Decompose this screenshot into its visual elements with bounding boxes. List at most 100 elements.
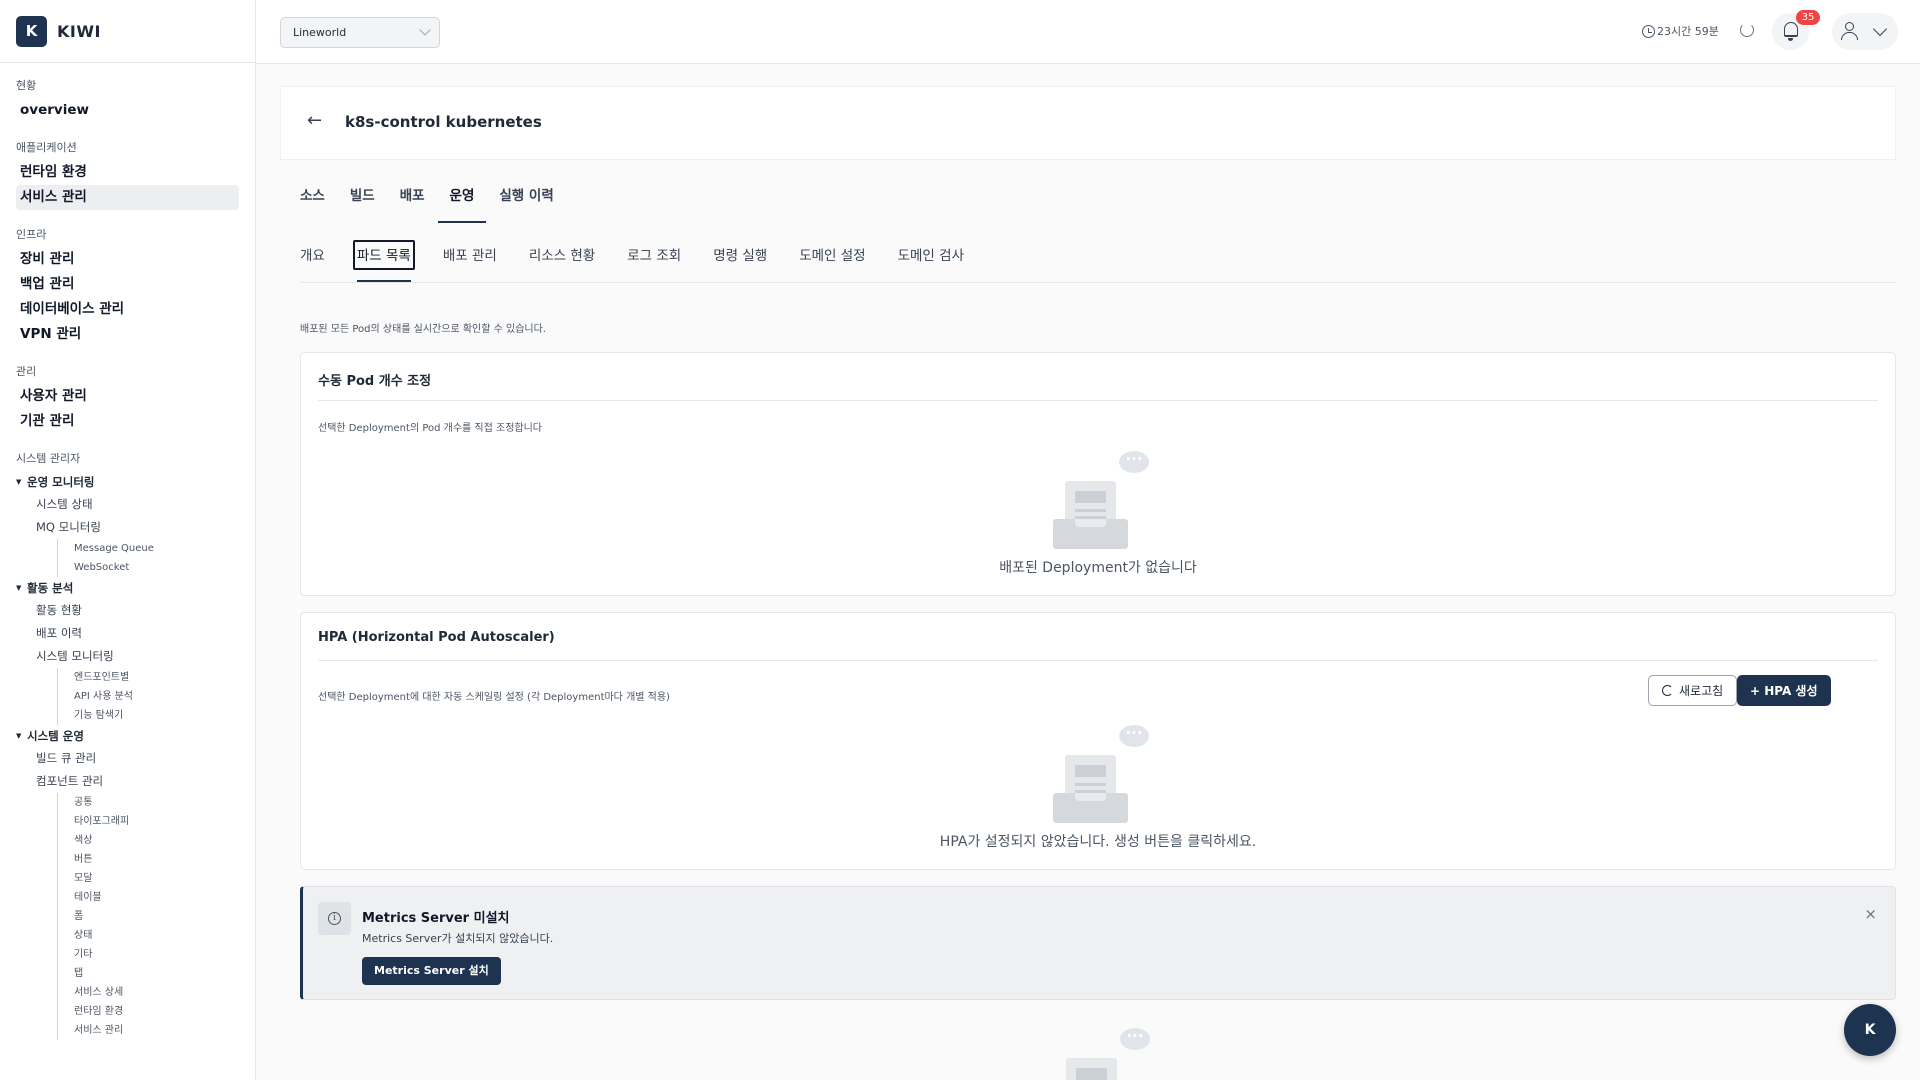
sidebar-subitem-버튼[interactable]: 버튼 xyxy=(74,850,239,869)
empty-tray-icon: ··· xyxy=(1041,725,1151,825)
sidebar-item-vpn-관리[interactable]: VPN 관리 xyxy=(16,322,239,347)
subtab-배포-관리[interactable]: 배포 관리 xyxy=(443,245,497,282)
hpa-card: HPA (Horizontal Pod Autoscaler) 선택한 Depl… xyxy=(300,612,1896,870)
tab-빌드[interactable]: 빌드 xyxy=(350,181,375,224)
tab-소스[interactable]: 소스 xyxy=(300,181,325,224)
user-menu-button[interactable] xyxy=(1832,13,1898,50)
sidebar-item-기관-관리[interactable]: 기관 관리 xyxy=(16,409,239,434)
chat-bubble-icon: ··· xyxy=(1119,725,1149,747)
caret-down-icon: ▼ xyxy=(16,732,22,740)
sidebar-item-장비-관리[interactable]: 장비 관리 xyxy=(16,247,239,272)
sidebar-subitem-런타임-환경[interactable]: 런타임 환경 xyxy=(74,1002,239,1021)
tray-graphic xyxy=(1053,481,1128,551)
sidebar-item-시스템-상태[interactable]: 시스템 상태 xyxy=(16,493,239,516)
subtab-도메인-설정[interactable]: 도메인 설정 xyxy=(799,245,865,282)
sidebar-item-컴포넌트-관리[interactable]: 컴포넌트 관리 xyxy=(16,770,239,793)
sidebar-item-overview[interactable]: overview xyxy=(16,98,239,123)
tray-line xyxy=(1075,491,1106,503)
subtab-도메인-검사[interactable]: 도메인 검사 xyxy=(898,245,964,282)
close-icon[interactable]: × xyxy=(1864,905,1877,923)
sidebar-subitem-서비스-상세[interactable]: 서비스 상세 xyxy=(74,983,239,1002)
sidebar-subitem-모달[interactable]: 모달 xyxy=(74,869,239,888)
sidebar-subitem-폼[interactable]: 폼 xyxy=(74,907,239,926)
card-title: HPA (Horizontal Pod Autoscaler) xyxy=(318,630,555,645)
nav-section-title: 인프라 xyxy=(16,228,47,241)
refresh-icon xyxy=(1662,685,1673,696)
sidebar-subitem-타이포그래피[interactable]: 타이포그래피 xyxy=(74,812,239,831)
assistant-fab[interactable]: K xyxy=(1844,1004,1896,1056)
install-metrics-server-button[interactable]: Metrics Server 설치 xyxy=(362,957,501,985)
info-icon: i xyxy=(328,912,341,925)
tray-line xyxy=(1075,509,1106,512)
secondary-tabs: 개요 파드 목록 배포 관리 리소스 현황 로그 조회 명령 실행 도메인 설정 도메인 검사 xyxy=(300,240,1896,283)
sidebar-item-데이터베이스-관리[interactable]: 데이터베이스 관리 xyxy=(16,297,239,322)
nav-section-title: 시스템 관리자 xyxy=(16,452,81,465)
tray-notch xyxy=(1075,793,1106,801)
sidebar-item-런타임-환경[interactable]: 런타임 환경 xyxy=(16,160,239,185)
sidebar-subitem-websocket[interactable]: WebSocket xyxy=(74,558,239,577)
sidebar-item-시스템-모니터링[interactable]: 시스템 모니터링 xyxy=(16,645,239,668)
sidebar-item-mq-모니터링[interactable]: MQ 모니터링 xyxy=(16,516,239,539)
topbar: Lineworld 23시간 59분 35 xyxy=(256,0,1920,64)
subtab-파드-목록[interactable]: 파드 목록 xyxy=(352,240,415,282)
sidebar-group-시스템-운영[interactable]: ▼ 시스템 운영 xyxy=(16,725,239,747)
brand[interactable]: K KIWI xyxy=(0,0,255,63)
tray-line xyxy=(1075,765,1106,777)
chevron-down-icon xyxy=(1872,21,1888,37)
alert-icon-box: i xyxy=(318,902,351,935)
project-select[interactable]: Lineworld xyxy=(280,17,440,48)
empty-tray-icon: ··· xyxy=(1042,1028,1152,1080)
sidebar-subitem-api-사용-분석[interactable]: API 사용 분석 xyxy=(74,687,239,706)
empty-tray-icon: ··· xyxy=(1041,451,1151,551)
notification-badge: 35 xyxy=(1796,10,1820,25)
sidebar-subitem-공통[interactable]: 공통 xyxy=(74,793,239,812)
sidebar-item-활동-현황[interactable]: 활동 현황 xyxy=(16,599,239,622)
create-hpa-button[interactable]: + HPA 생성 xyxy=(1737,675,1831,706)
session-timer: 23시간 59분 xyxy=(1642,23,1719,39)
tray-line xyxy=(1075,783,1106,786)
sidebar-subitem-기타[interactable]: 기타 xyxy=(74,945,239,964)
sidebar-group-운영-모니터링[interactable]: ▼ 운영 모니터링 xyxy=(16,471,239,493)
sidebar-subitem-탭[interactable]: 탭 xyxy=(74,964,239,983)
empty-state-text: HPA가 설정되지 않았습니다. 생성 버튼을 클릭하세요. xyxy=(939,834,1257,850)
subtab-리소스-현황[interactable]: 리소스 현황 xyxy=(529,245,595,282)
tray-graphic xyxy=(1054,1058,1129,1080)
card-description: 선택한 Deployment의 Pod 개수를 직접 조정합니다 xyxy=(318,423,543,434)
sidebar-item-백업-관리[interactable]: 백업 관리 xyxy=(16,272,239,297)
sidebar-subitem-테이블[interactable]: 테이블 xyxy=(74,888,239,907)
brand-name: KIWI xyxy=(57,21,101,41)
sidebar-subitem-서비스-관리[interactable]: 서비스 관리 xyxy=(74,1021,239,1040)
refresh-button[interactable]: 새로고침 xyxy=(1648,675,1738,706)
sidebar-subitem-message-queue[interactable]: Message Queue xyxy=(74,539,239,558)
session-time: 23시간 59분 xyxy=(1657,25,1719,38)
sidebar-item-서비스-관리[interactable]: 서비스 관리 xyxy=(16,185,239,210)
tray-notch xyxy=(1075,519,1106,527)
sidebar-item-사용자-관리[interactable]: 사용자 관리 xyxy=(16,384,239,409)
caret-down-icon: ▼ xyxy=(16,478,22,486)
sidebar-group-활동-분석[interactable]: ▼ 활동 분석 xyxy=(16,577,239,599)
tab-description: 배포된 모든 Pod의 상태를 실시간으로 확인할 수 있습니다. xyxy=(300,324,546,335)
sidebar-subitem-색상[interactable]: 색상 xyxy=(74,831,239,850)
sidebar-item-배포-이력[interactable]: 배포 이력 xyxy=(16,622,239,645)
refresh-icon[interactable] xyxy=(1740,23,1754,37)
tab-배포[interactable]: 배포 xyxy=(400,181,425,224)
subtab-label: 개요 xyxy=(300,248,325,264)
sidebar-subitem-기능-탐색기[interactable]: 기능 탐색기 xyxy=(74,706,239,725)
subtab-label: 리소스 현황 xyxy=(528,248,596,264)
manual-scale-card: 수동 Pod 개수 조정 선택한 Deployment의 Pod 개수를 직접 … xyxy=(300,352,1896,596)
subtab-명령-실행[interactable]: 명령 실행 xyxy=(713,245,767,282)
sidebar-subitem-엔드포인트별[interactable]: 엔드포인트별 xyxy=(74,668,239,687)
sidebar-item-빌드-큐-관리[interactable]: 빌드 큐 관리 xyxy=(16,747,239,770)
sidebar-nav: 현황 overview 애플리케이션 런타임 환경 서비스 관리 인프라 장비 관리 백업 관… xyxy=(0,63,255,1040)
metrics-server-alert: i Metrics Server 미설치 Metrics Server가 설치되… xyxy=(300,886,1896,1000)
focus-ring xyxy=(352,240,415,270)
create-hpa-label: + HPA 생성 xyxy=(1750,684,1818,698)
back-arrow-icon[interactable]: ← xyxy=(307,110,322,131)
tab-실행-이력[interactable]: 실행 이력 xyxy=(499,181,553,224)
subtab-로그-조회[interactable]: 로그 조회 xyxy=(627,245,681,282)
subtab-개요[interactable]: 개요 xyxy=(300,245,325,282)
tab-운영[interactable]: 운영 xyxy=(437,181,487,224)
sidebar-subitem-상태[interactable]: 상태 xyxy=(74,926,239,945)
alert-message: Metrics Server가 설치되지 않았습니다. xyxy=(362,932,554,945)
sidebar-group-label: 운영 모니터링 xyxy=(27,475,95,489)
